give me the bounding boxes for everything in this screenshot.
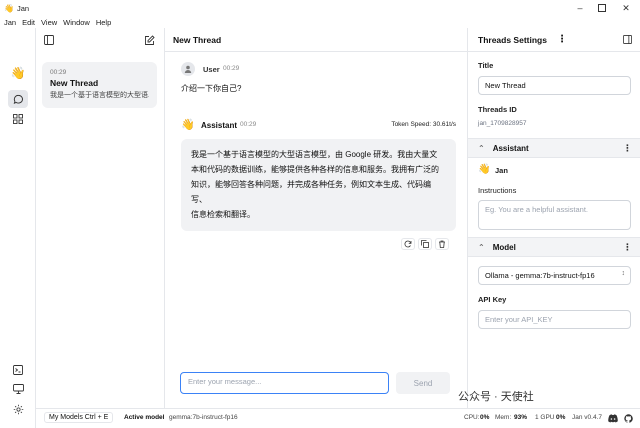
thread-title: New Thread [50,78,99,88]
chevron-up-icon: ⌃ [478,242,485,252]
chevron-updown-icon: ↕ [621,270,626,277]
hand-wave-icon[interactable]: 👋 [8,64,28,82]
menu-edit[interactable]: Edit [22,18,35,27]
nav-rail: 👋 [0,28,36,428]
assistant-more-icon[interactable]: ⋮ [623,143,632,154]
assistant-name-value: Jan [495,166,508,175]
model-section-header[interactable]: ⌃ Model ⋮ [468,237,640,257]
app-version: Jan v0.4.7 [572,414,602,421]
copy-icon[interactable] [418,238,432,250]
model-section-label: Model [492,242,516,252]
title-bar: 👋 Jan [0,0,640,16]
terminal-icon[interactable] [8,361,28,379]
grid-icon[interactable] [8,110,28,128]
assistant-avatar-icon: 👋 [181,119,195,131]
user-message-time: 00:29 [223,65,240,72]
menu-view[interactable]: View [41,18,57,27]
thread-settings-panel: Threads Settings ⋮ Title New Thread Thre… [467,28,640,408]
collapse-panel-icon[interactable] [623,35,632,46]
regenerate-icon[interactable] [401,238,415,250]
assistant-avatar-icon: 👋 [478,164,491,175]
mem-value: 93% [514,414,528,421]
my-models-button[interactable]: My Models Ctrl + E [44,412,114,423]
cpu-label: CPU: [464,414,480,421]
instructions-textarea[interactable]: Eg. You are a helpful assistant. [478,200,631,230]
api-key-label: API Key [478,295,507,304]
user-message-text: 介绍一下你自己? [181,84,242,93]
model-more-icon[interactable]: ⋮ [623,242,632,253]
model-select-value: Ollama - gemma:7b-instruct-fp16 [485,271,595,280]
menu-help[interactable]: Help [96,18,111,27]
maximize-icon[interactable] [590,0,614,16]
assistant-line: 本和代码的数据训练，能够提供各种各样的信息和服务。我拥有广泛的 [191,165,439,174]
token-speed: Token Speed: 30.61t/s [391,121,456,128]
chevron-up-icon: ⌃ [478,143,485,153]
thread-time: 00:29 [50,69,67,76]
thread-item[interactable]: 00:29 New Thread 我是一个基于语言模型的大型语... [42,62,157,108]
assistant-section-header[interactable]: ⌃ Assistant ⋮ [468,138,640,158]
menu-window[interactable]: Window [63,18,90,27]
assistant-message-time: 00:29 [240,121,257,128]
mem-label: Mem: [495,414,512,421]
settings-title: Threads Settings ⋮ [468,28,640,52]
api-key-input[interactable]: Enter your API_KEY [478,310,631,329]
active-model-value: gemma:7b-instruct-fp16 [169,414,238,421]
new-thread-icon[interactable] [143,34,155,46]
instructions-label: Instructions [478,186,517,195]
title-label: Title [478,61,494,70]
chat-title: New Thread [165,28,467,52]
thread-id-label: Threads ID [478,105,517,114]
monitor-icon[interactable] [8,380,28,398]
status-bar: My Models Ctrl + E Active model gemma:7b… [36,408,640,428]
chat-panel: New Thread User 00:29 介绍一下你自己? 👋 Assista… [165,28,467,408]
active-model-label: Active model [124,414,165,421]
sidebar-toggle-icon[interactable] [43,34,55,46]
github-icon[interactable] [624,414,633,425]
thread-id-value: jan_1709828957 [478,120,527,127]
title-input[interactable]: New Thread [478,76,631,95]
send-button[interactable]: Send [396,372,450,394]
message-input[interactable]: Enter your message... [180,372,389,394]
settings-gear-icon[interactable] [8,400,28,418]
user-name: User [203,65,220,74]
assistant-section-label: Assistant [492,143,529,153]
assistant-line: 知识，能够回答各种问题，并完成各种任务，例如文本生成、代码编写、 [191,180,431,204]
menu-jan[interactable]: Jan [4,18,16,27]
settings-header-text: Threads Settings [478,34,547,45]
minimize-icon[interactable]: – [568,0,592,16]
menu-bar: Jan Edit View Window Help [0,16,640,28]
assistant-line: 我是一个基于语言模型的大型语言模型，由 Google 研发。我由大量文 [191,150,438,159]
assistant-message-text: 我是一个基于语言模型的大型语言模型，由 Google 研发。我由大量文 本和代码… [181,139,456,231]
chat-icon[interactable] [8,90,28,108]
watermark-text: 公众号 · 天使社 [458,391,534,403]
window-title: Jan [16,3,30,13]
app-logo-icon: 👋 [4,3,14,13]
user-avatar-icon [181,62,195,76]
gpu-label: 1 GPU [535,414,555,421]
close-icon[interactable]: ✕ [614,0,638,16]
delete-icon[interactable] [435,238,449,250]
discord-icon[interactable] [608,414,618,425]
model-select[interactable]: Ollama - gemma:7b-instruct-fp16 ↕ [478,266,631,285]
assistant-line: 信息检索和翻译。 [191,210,255,219]
gpu-value: 0% [556,414,566,421]
thread-list-panel: 00:29 New Thread 我是一个基于语言模型的大型语... [36,28,165,408]
assistant-name: Assistant [201,121,238,130]
more-options-icon[interactable]: ⋮ [557,34,567,45]
assistant-message-header: 👋 Assistant 00:29 Token Speed: 30.61t/s [181,118,456,134]
thread-preview: 我是一个基于语言模型的大型语... [50,92,149,99]
cpu-value: 0% [480,414,490,421]
